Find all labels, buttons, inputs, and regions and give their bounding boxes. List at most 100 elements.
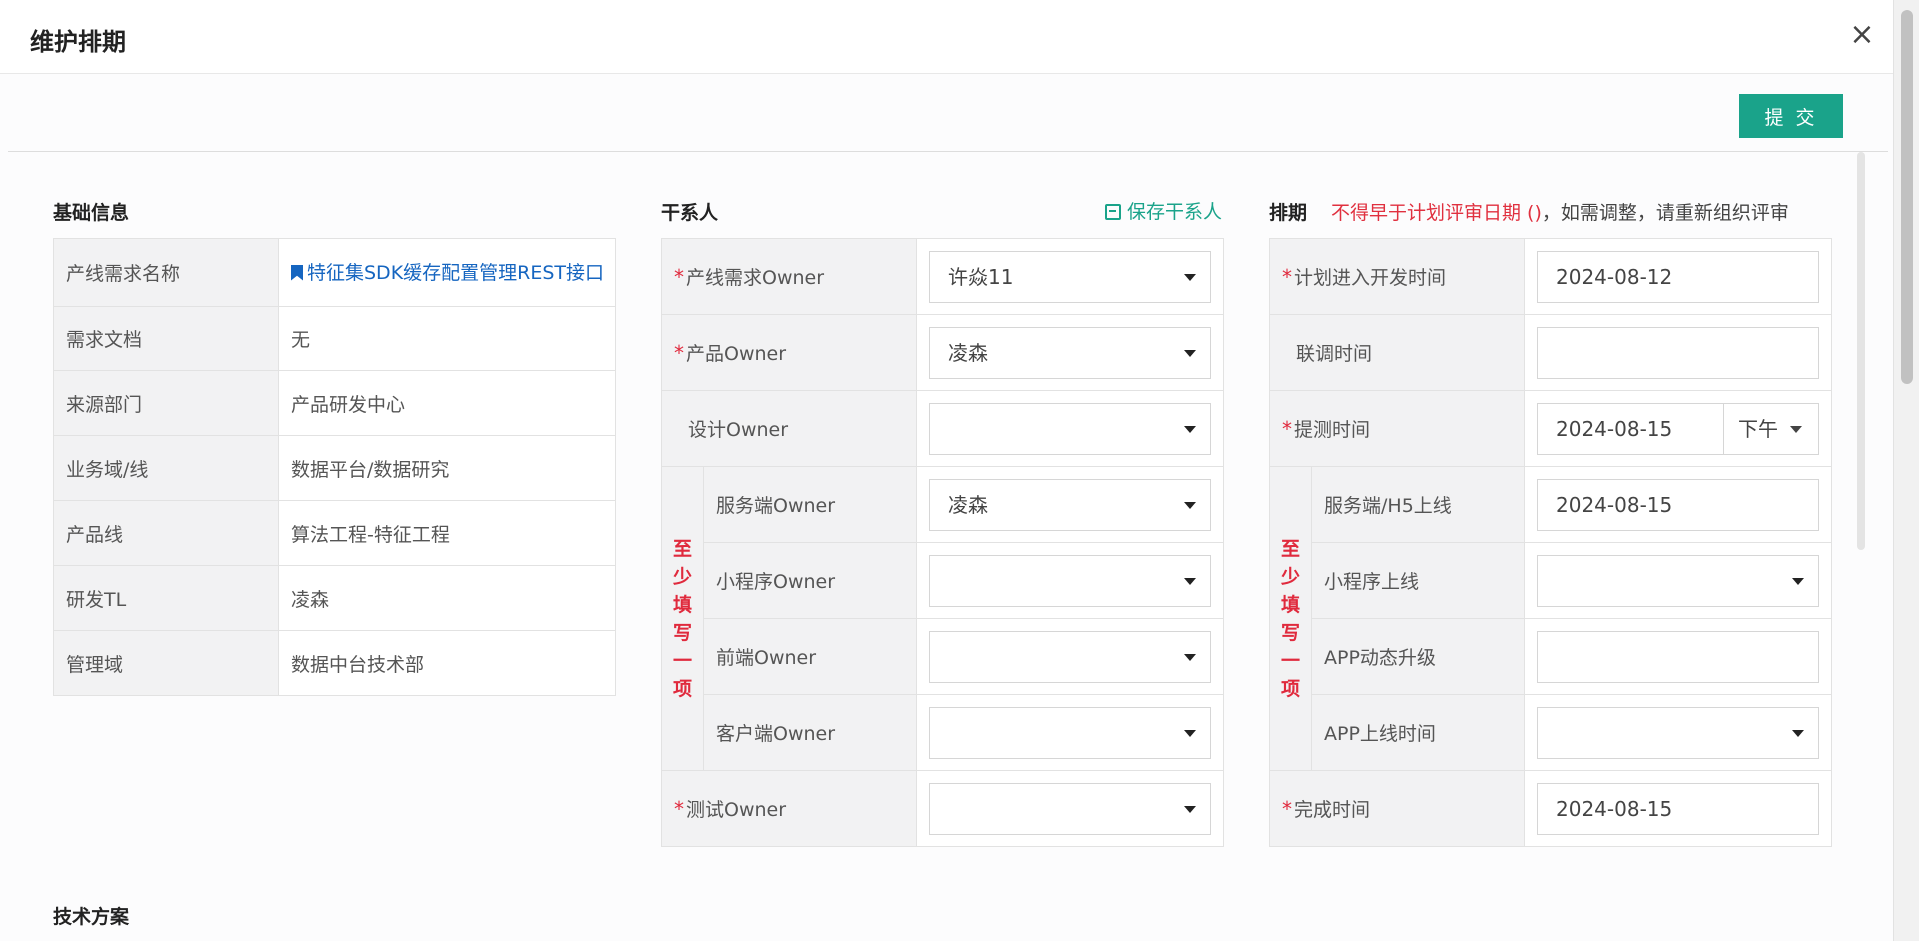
submit-button[interactable]: 提 交 <box>1739 94 1843 138</box>
table-row: 来源部门 产品研发中心 <box>53 370 616 436</box>
row-label: * 产品Owner <box>661 314 917 391</box>
app-release-select[interactable] <box>1537 706 1819 759</box>
ampm-select[interactable]: 下午 <box>1724 404 1818 454</box>
toolbar: 提 交 <box>8 74 1888 152</box>
required-mark: * <box>674 341 684 365</box>
table-row: 小程序上线 <box>1270 542 1832 619</box>
row-label: 管理域 <box>53 630 279 696</box>
row-label-text: 提测时间 <box>1294 419 1371 441</box>
caret-down-icon <box>1184 805 1196 813</box>
schedule-note: 不得早于计划评审日期 ()，如需调整，请重新组织评审 <box>1331 198 1789 225</box>
row-label: 前端Owner <box>703 618 917 695</box>
row-value: 产品研发中心 <box>278 370 616 436</box>
table-row: * 提测时间 2024-08-15 下午 <box>1269 390 1832 467</box>
design-owner-select[interactable] <box>929 402 1211 455</box>
table-row: * 完成时间 2024-08-15 <box>1269 770 1832 847</box>
miniprogram-owner-select[interactable] <box>929 554 1211 607</box>
row-cell: 2024-08-15 下午 <box>1524 390 1832 467</box>
schedule-title: 排期 <box>1269 202 1308 224</box>
schedule-modal: 维护排期 × 提 交 基础信息 产线需求名称 特征集SDK缓存配置管理REST接… <box>0 0 1893 941</box>
row-label: * 完成时间 <box>1269 770 1525 847</box>
bookmark-icon <box>291 264 303 281</box>
table-row: 管理域 数据中台技术部 <box>53 630 616 696</box>
row-label: 设计Owner <box>661 390 917 467</box>
row-label: 需求文档 <box>53 306 279 371</box>
close-icon[interactable]: × <box>1845 18 1879 52</box>
row-cell <box>916 694 1224 771</box>
page-scrollbar[interactable] <box>1893 0 1919 941</box>
frontend-owner-select[interactable] <box>929 630 1211 683</box>
basic-info-title: 基础信息 <box>53 202 130 224</box>
completion-date-input[interactable]: 2024-08-15 <box>1537 782 1819 835</box>
row-cell: 凌森 <box>916 466 1224 543</box>
caret-down-icon <box>1184 729 1196 737</box>
table-row: 至少填写一项 服务端Owner 凌森 <box>661 466 1224 771</box>
select-value: 凌森 <box>948 492 988 517</box>
row-label-text: 测试Owner <box>686 799 787 821</box>
row-cell <box>916 618 1224 695</box>
product-line-owner-select[interactable]: 许焱11 <box>929 250 1211 303</box>
product-owner-select[interactable]: 凌森 <box>929 326 1211 379</box>
server-owner-select[interactable]: 凌森 <box>929 478 1211 531</box>
server-h5-release-input[interactable]: 2024-08-15 <box>1537 478 1819 531</box>
miniprogram-release-select[interactable] <box>1537 554 1819 607</box>
table-row: 至少填写一项 服务端/H5上线 2024-08-15 <box>1269 466 1832 771</box>
table-row: 小程序Owner <box>662 542 1224 619</box>
caret-down-icon <box>1792 729 1804 737</box>
stakeholders-title: 干系人 <box>661 202 719 224</box>
table-row: APP上线时间 <box>1270 694 1832 771</box>
caret-down-icon <box>1184 577 1196 585</box>
table-row: 产品线 算法工程-特征工程 <box>53 500 616 566</box>
row-label: 产线需求名称 <box>53 238 279 307</box>
row-label: 小程序上线 <box>1311 542 1525 619</box>
client-owner-select[interactable] <box>929 706 1211 759</box>
integration-date-input[interactable] <box>1537 326 1819 379</box>
required-mark: * <box>1282 265 1292 289</box>
row-label: 来源部门 <box>53 370 279 436</box>
row-label-text: 联调时间 <box>1296 343 1373 365</box>
row-label-text: 设计Owner <box>688 419 789 441</box>
row-cell <box>916 770 1224 847</box>
qa-owner-select[interactable] <box>929 782 1211 835</box>
caret-down-icon <box>1184 273 1196 281</box>
content-scrollbar[interactable] <box>1857 152 1865 550</box>
save-stakeholders-button[interactable]: 保存干系人 <box>1105 197 1222 224</box>
modal-header: 维护排期 × <box>0 0 1893 74</box>
row-cell <box>1524 618 1832 695</box>
basic-info-table: 产线需求名称 特征集SDK缓存配置管理REST接口 需求文档 无 来源部门 产品… <box>53 238 616 696</box>
table-row: 需求文档 无 <box>53 306 616 371</box>
row-cell: 2024-08-15 <box>1524 466 1832 543</box>
select-value: 许焱11 <box>948 264 1014 289</box>
requirement-link[interactable]: 特征集SDK缓存配置管理REST接口 <box>278 238 616 307</box>
row-label: 服务端Owner <box>703 466 917 543</box>
save-stakeholders-label: 保存干系人 <box>1127 201 1223 223</box>
row-cell: 凌森 <box>916 314 1224 391</box>
scrollbar-thumb[interactable] <box>1901 10 1913 384</box>
row-label: 联调时间 <box>1269 314 1525 391</box>
row-label: * 计划进入开发时间 <box>1269 238 1525 315</box>
ampm-value: 下午 <box>1738 416 1778 441</box>
row-cell: 2024-08-12 <box>1524 238 1832 315</box>
table-row: APP动态升级 <box>1270 618 1832 695</box>
table-row: * 产品Owner 凌森 <box>661 314 1224 391</box>
app-dynamic-upgrade-input[interactable] <box>1537 630 1819 683</box>
dev-start-date-input[interactable]: 2024-08-12 <box>1537 250 1819 303</box>
table-row: * 测试Owner <box>661 770 1224 847</box>
stakeholders-table: * 产线需求Owner 许焱11 * 产品Owner 凌森 设计Owner 至少填写… <box>661 238 1224 847</box>
row-label: * 产线需求Owner <box>661 238 917 315</box>
table-row: * 产线需求Owner 许焱11 <box>661 238 1224 315</box>
select-value: 凌森 <box>948 340 988 365</box>
table-row: 联调时间 <box>1269 314 1832 391</box>
row-cell <box>1524 314 1832 391</box>
row-value: 无 <box>278 306 616 371</box>
table-row: 客户端Owner <box>662 694 1224 771</box>
at-least-one-label: 至少填写一项 <box>661 466 704 771</box>
modal-title: 维护排期 <box>30 28 126 56</box>
required-mark: * <box>674 797 684 821</box>
requirement-name[interactable]: 特征集SDK缓存配置管理REST接口 <box>307 262 604 284</box>
table-row: 前端Owner <box>662 618 1224 695</box>
test-date-input[interactable]: 2024-08-15 <box>1538 403 1724 454</box>
row-cell <box>916 390 1224 467</box>
row-value: 凌森 <box>278 565 616 631</box>
row-label: 客户端Owner <box>703 694 917 771</box>
